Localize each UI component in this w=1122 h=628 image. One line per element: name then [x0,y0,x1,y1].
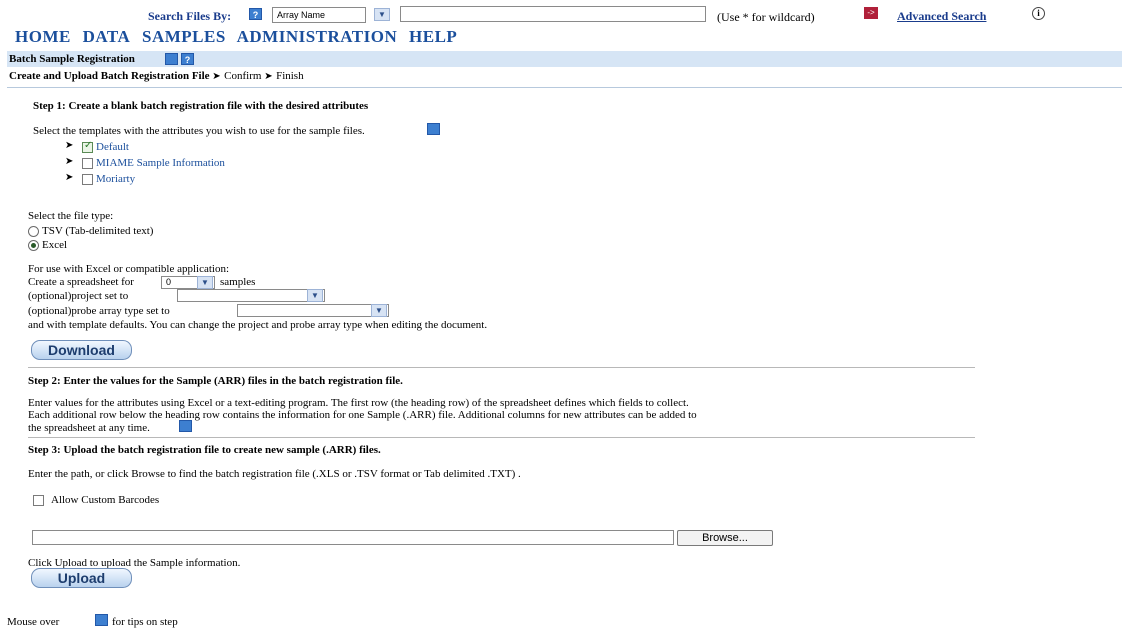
divider [7,87,1122,88]
about-icon[interactable]: i [1032,7,1045,20]
spreadsheet-prefix: Create a spreadsheet for [28,276,134,288]
chevron-right-icon[interactable]: ➤ [65,140,73,151]
wizard-step-finish: Finish [276,70,304,82]
search-input-value [401,12,404,23]
page-title: Batch Sample Registration [9,53,135,65]
excel-intro: For use with Excel or compatible applica… [28,263,230,275]
template-item-moriarty: ➤ Moriarty [65,172,305,186]
chevron-right-icon[interactable]: ➤ [65,172,73,183]
custom-barcodes-option: Allow Custom Barcodes [33,493,233,507]
chevron-down-icon[interactable]: ▼ [374,8,390,21]
project-label: (optional)project set to [28,290,129,302]
filetype-prompt: Select the file type: [28,210,114,222]
sample-count-value: 0 [166,277,172,287]
filetype-radio-excel[interactable] [28,240,39,251]
nav-data[interactable]: DATA [83,27,131,46]
defaults-note: and with template defaults. You can chan… [28,319,488,331]
search-field-value: Array Name [277,10,326,20]
info-icon[interactable] [179,420,192,432]
template-checkbox-moriarty[interactable] [82,174,93,185]
filetype-label: TSV (Tab-delimited text) [42,225,154,237]
wizard-current-step: Create and Upload Batch Registration Fil… [9,70,210,82]
wildcard-hint: (Use * for wildcard) [717,10,815,24]
step2-heading: Step 2: Enter the values for the Sample … [28,375,403,387]
search-input[interactable] [400,6,706,22]
template-checkbox-miame[interactable] [82,158,93,169]
spreadsheet-suffix: samples [220,276,256,288]
probe-array-select[interactable] [237,304,389,317]
custom-barcodes-checkbox[interactable] [33,495,44,506]
step1-heading: Step 1: Create a blank batch registratio… [33,100,369,112]
step2-text-line2: Each additional row below the heading ro… [28,409,697,421]
path-prompt: Enter the path, or click Browse to find … [28,468,521,480]
filetype-label: Excel [42,239,68,251]
template-item-miame: ➤ MIAME Sample Information [65,156,305,170]
file-path-input[interactable] [32,530,674,545]
template-checkbox-default[interactable] [82,140,93,153]
footer-tip-suffix: for tips on step [112,616,178,628]
template-item-default: ➤ Default [65,140,305,154]
filetype-radio-tsv[interactable] [28,226,39,237]
search-field-select[interactable]: Array Name [272,7,366,23]
chevron-down-icon[interactable]: ▼ [197,276,213,289]
page-title-bar: Batch Sample Registration ? [7,51,1122,67]
info-icon[interactable] [427,123,440,135]
upload-button[interactable]: Upload [31,568,132,588]
info-icon[interactable] [165,53,178,65]
divider [28,367,975,368]
advanced-search-link[interactable]: Advanced Search [897,9,986,24]
chevron-right-icon: ➤ [212,71,225,82]
search-label: Search Files By: [148,9,232,23]
divider [28,437,975,438]
main-nav: HOME DATA SAMPLES ADMINISTRATION HELP [15,27,464,47]
step3-heading: Step 3: Upload the batch registration fi… [28,444,381,456]
chevron-right-icon: ➤ [264,71,277,82]
template-label: Moriarty [96,173,136,185]
filetype-option-excel: Excel [28,238,248,252]
step2-text-line3: the spreadsheet at any time. [28,422,150,434]
browse-button[interactable]: Browse... [677,530,773,546]
custom-barcodes-label: Allow Custom Barcodes [51,494,160,506]
wizard-step-confirm: Confirm [224,70,262,82]
help-icon[interactable]: ? [181,53,194,65]
chevron-right-icon[interactable]: ➤ [65,156,73,167]
chevron-down-icon[interactable]: ▼ [371,304,387,317]
template-label: Default [96,141,129,153]
template-label: MIAME Sample Information [96,157,225,169]
download-button[interactable]: Download [31,340,132,360]
chevron-down-icon[interactable]: ▼ [307,289,323,302]
project-select[interactable] [177,289,325,302]
nav-samples[interactable]: SAMPLES [142,27,226,46]
filetype-option-tsv: TSV (Tab-delimited text) [28,224,248,238]
info-icon [95,614,108,626]
nav-administration[interactable]: ADMINISTRATION [237,27,398,46]
search-bar: Search Files By: ? Array Name ▼ (Use * f… [0,0,1122,26]
nav-home[interactable]: HOME [15,27,71,46]
probe-label: (optional)probe array type set to [28,305,170,317]
step2-text-line1: Enter values for the attributes using Ex… [28,397,689,409]
nav-help[interactable]: HELP [409,27,457,46]
wizard-breadcrumb: Create and Upload Batch Registration Fil… [9,70,304,82]
search-go-button[interactable]: -> [864,7,878,19]
help-icon[interactable]: ? [249,8,262,20]
footer-tip: Mouse over [7,616,59,628]
templates-prompt: Select the templates with the attributes… [33,125,365,137]
file-path-value [33,536,36,547]
footer-tip-prefix: Mouse over [7,616,60,628]
